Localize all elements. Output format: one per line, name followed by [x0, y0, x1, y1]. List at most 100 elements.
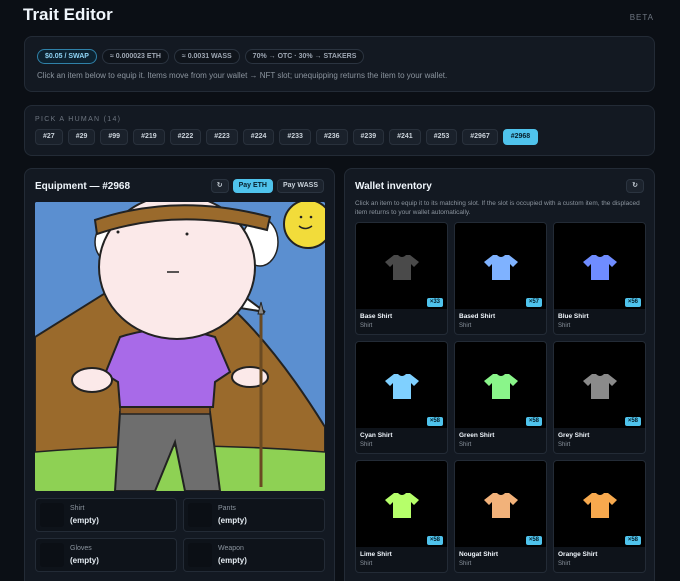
human-chip[interactable]: #253: [425, 129, 458, 145]
human-chip[interactable]: #239: [352, 129, 385, 145]
shirt-thumbnail: [356, 223, 447, 309]
shirt-thumbnail: [554, 342, 645, 428]
shirt-thumbnail: [356, 342, 447, 428]
inventory-grid: ×33 Base Shirt Shirt ×57 Based Shirt Shirt ×56…: [355, 222, 647, 573]
human-id-list: #27 #29 #99 #219 #222 #223 #224 #233 #236 #239 #24…: [35, 129, 539, 145]
human-picker-label: PICK A HUMAN (14): [35, 116, 122, 123]
quantity-badge: ×56: [624, 298, 641, 307]
weapon-slot[interactable]: Weapon (empty): [183, 538, 325, 572]
shirt-slot[interactable]: Shirt (empty): [35, 498, 177, 532]
pants-slot[interactable]: Pants (empty): [183, 498, 325, 532]
refresh-icon[interactable]: ↻: [626, 179, 644, 193]
inventory-item-card[interactable]: ×33 Base Shirt Shirt: [355, 222, 448, 335]
shirt-thumbnail: [554, 223, 645, 309]
inventory-item-card[interactable]: ×58 Green Shirt Shirt: [454, 341, 547, 454]
shirt-icon: [484, 255, 518, 280]
item-type: Shirt: [459, 561, 472, 567]
human-chip[interactable]: #223: [206, 129, 238, 145]
gloves-slot-thumbnail: [40, 543, 64, 567]
item-type: Shirt: [360, 442, 373, 448]
equipment-title: Equipment — #2968: [35, 181, 131, 192]
item-name: Blue Shirt: [558, 313, 589, 320]
shirt-icon: [385, 255, 419, 280]
wass-price-pill: ≈ 0.0031 WASS: [173, 49, 240, 64]
shirt-icon: [385, 493, 419, 518]
shirt-thumbnail: [554, 461, 645, 547]
item-type: Shirt: [558, 323, 571, 329]
pay-eth-button[interactable]: Pay ETH: [232, 179, 273, 193]
fee-split-pill: 70% → OTC · 30% → STAKERS: [244, 49, 365, 64]
pricing-info-panel: $0.05 / SWAP ≈ 0.000023 ETH ≈ 0.0031 WAS…: [24, 36, 655, 92]
wallet-description: Click an item to equip it to its matchin…: [355, 200, 640, 216]
human-chip[interactable]: #233: [279, 129, 311, 145]
nft-preview-image: [35, 202, 325, 491]
item-type: Shirt: [459, 442, 472, 448]
refresh-icon[interactable]: ↻: [210, 179, 229, 193]
eth-price-pill: ≈ 0.000023 ETH: [101, 49, 169, 64]
human-chip[interactable]: #236: [315, 129, 348, 145]
shirt-icon: [484, 374, 518, 399]
item-type: Shirt: [360, 561, 373, 567]
item-type: Shirt: [558, 561, 571, 567]
item-name: Base Shirt: [360, 313, 393, 320]
quantity-badge: ×58: [525, 536, 542, 545]
quantity-badge: ×58: [624, 536, 641, 545]
item-name: Orange Shirt: [558, 551, 598, 558]
human-chip[interactable]: #219: [133, 129, 165, 145]
weapon-slot-thumbnail: [188, 543, 212, 567]
inventory-item-card[interactable]: ×56 Blue Shirt Shirt: [553, 222, 646, 335]
human-chip[interactable]: #224: [242, 129, 275, 145]
item-name: Cyan Shirt: [360, 432, 393, 439]
human-chip[interactable]: #222: [169, 129, 202, 145]
quantity-badge: ×58: [525, 417, 542, 426]
item-type: Shirt: [459, 323, 472, 329]
human-picker-panel: PICK A HUMAN (14) #27 #29 #99 #219 #222 #223 #…: [24, 105, 655, 156]
slot-label: Gloves: [70, 545, 92, 552]
beta-badge: BETA: [629, 13, 654, 22]
slot-label: Shirt: [70, 505, 85, 512]
item-name: Nougat Shirt: [459, 551, 498, 558]
inventory-item-card[interactable]: ×57 Based Shirt Shirt: [454, 222, 547, 335]
shirt-thumbnail: [455, 223, 546, 309]
human-chip[interactable]: #2968: [502, 129, 539, 145]
shirt-thumbnail: [455, 461, 546, 547]
shirt-icon: [583, 374, 617, 399]
instructions-text: Click an item below to equip it. Items m…: [37, 71, 448, 80]
shirt-thumbnail: [455, 342, 546, 428]
human-chip[interactable]: #241: [389, 129, 421, 145]
item-type: Shirt: [360, 323, 373, 329]
price-pills: $0.05 / SWAP ≈ 0.000023 ETH ≈ 0.0031 WAS…: [37, 49, 365, 64]
gloves-slot[interactable]: Gloves (empty): [35, 538, 177, 572]
inventory-item-card[interactable]: ×58 Cyan Shirt Shirt: [355, 341, 448, 454]
shirt-icon: [385, 374, 419, 399]
quantity-badge: ×33: [426, 298, 443, 307]
inventory-item-card[interactable]: ×58 Grey Shirt Shirt: [553, 341, 646, 454]
item-name: Green Shirt: [459, 432, 495, 439]
shirt-icon: [583, 255, 617, 280]
wallet-inventory-panel: Wallet inventory ↻ Click an item to equi…: [344, 168, 655, 581]
shirt-thumbnail: [356, 461, 447, 547]
pay-wass-button[interactable]: Pay WASS: [276, 179, 324, 193]
slot-label: Pants: [218, 505, 236, 512]
shirt-icon: [583, 493, 617, 518]
slot-label: Weapon: [218, 545, 244, 552]
equipment-panel: Equipment — #2968 ↻ Pay ETH Pay WASS Shi…: [24, 168, 335, 581]
inventory-item-card[interactable]: ×58 Orange Shirt Shirt: [553, 460, 646, 573]
quantity-badge: ×58: [426, 536, 443, 545]
shirt-slot-thumbnail: [40, 503, 64, 527]
shirt-icon: [484, 493, 518, 518]
slot-value: (empty): [70, 556, 99, 565]
item-name: Grey Shirt: [558, 432, 590, 439]
item-type: Shirt: [558, 442, 571, 448]
item-name: Lime Shirt: [360, 551, 392, 558]
wallet-title: Wallet inventory: [355, 181, 432, 192]
human-chip[interactable]: #27: [35, 129, 63, 145]
page-title: Trait Editor: [23, 5, 113, 24]
inventory-item-card[interactable]: ×58 Nougat Shirt Shirt: [454, 460, 547, 573]
human-chip[interactable]: #99: [100, 129, 129, 145]
human-chip[interactable]: #2967: [462, 129, 498, 145]
human-chip[interactable]: #29: [67, 129, 96, 145]
equipment-slots: Shirt (empty) Pants (empty) Gloves (empt…: [35, 498, 325, 572]
quantity-badge: ×58: [426, 417, 443, 426]
inventory-item-card[interactable]: ×58 Lime Shirt Shirt: [355, 460, 448, 573]
